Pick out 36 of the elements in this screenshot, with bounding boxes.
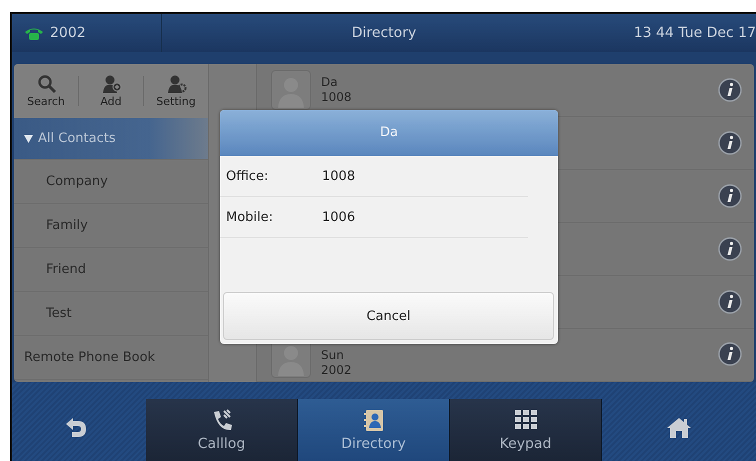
phone-icon	[24, 26, 44, 40]
home-icon[interactable]	[666, 417, 692, 439]
nav-tab[interactable]: Calllog	[146, 399, 298, 461]
field-label: Office:	[225, 168, 270, 184]
expanded-triangle-icon	[24, 134, 33, 142]
dialog-title: Da	[220, 110, 558, 156]
line-number: 2002	[50, 25, 86, 41]
contact-number: 1008	[321, 90, 352, 105]
nav-tab[interactable]: Directory	[298, 399, 450, 461]
cancel-button[interactable]: Cancel	[223, 292, 554, 340]
back-arrow-icon[interactable]	[64, 417, 88, 439]
info-icon[interactable]	[718, 78, 742, 102]
add-person-icon	[100, 74, 122, 94]
address-book-icon	[362, 408, 386, 432]
search-button[interactable]: Search	[14, 74, 78, 108]
info-icon[interactable]	[718, 237, 742, 261]
field-value: 1006	[322, 210, 356, 224]
avatar-icon	[271, 70, 311, 110]
add-button[interactable]: Add	[79, 74, 143, 108]
info-icon[interactable]	[718, 184, 742, 208]
screen-title: Directory	[350, 25, 418, 41]
nav-tab[interactable]: Keypad	[450, 399, 602, 461]
field-value: 1008	[322, 168, 356, 184]
search-icon	[36, 74, 56, 94]
contact-name: Da	[321, 75, 339, 90]
contact-number: 2002	[321, 363, 352, 378]
keypad-icon	[514, 408, 538, 432]
setting-button[interactable]: Setting	[144, 74, 208, 108]
info-icon[interactable]	[718, 342, 742, 366]
field-label: Mobile:	[225, 210, 274, 224]
sidebar-item[interactable]: All Contacts	[14, 118, 208, 160]
clock: 13 44 Tue Dec 17	[632, 25, 756, 41]
info-icon[interactable]	[718, 131, 742, 155]
person-gear-icon	[166, 74, 186, 94]
contact-name: Sun	[321, 348, 345, 363]
info-icon[interactable]	[718, 290, 742, 314]
